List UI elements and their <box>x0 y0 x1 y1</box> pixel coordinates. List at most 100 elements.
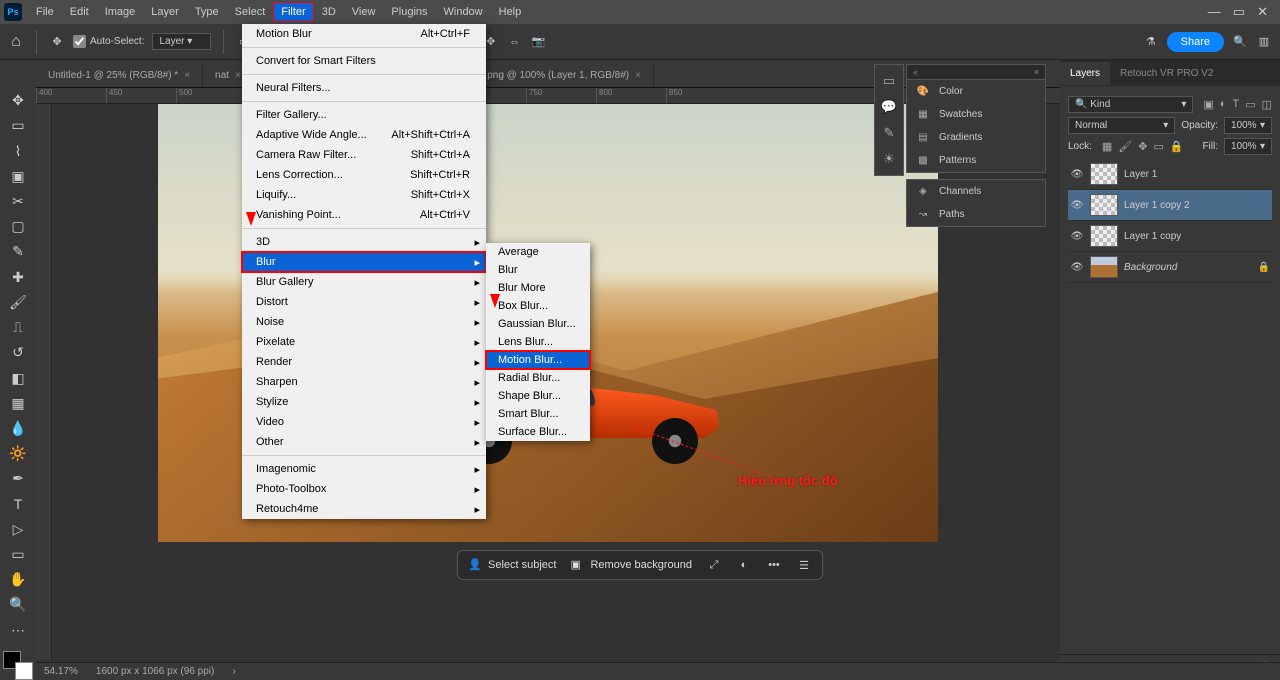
dodge-tool[interactable]: 🔆 <box>4 441 32 466</box>
menu-item-liquify-[interactable]: Liquify...Shift+Ctrl+X <box>242 185 486 205</box>
gradients-panel-button[interactable]: ▤Gradients <box>907 126 1045 149</box>
swatches-panel-button[interactable]: ▦Swatches <box>907 103 1045 126</box>
menu-item-lens-correction-[interactable]: Lens Correction...Shift+Ctrl+R <box>242 165 486 185</box>
shape-tool[interactable]: ▭ <box>4 542 32 567</box>
menu-item-sharpen[interactable]: Sharpen▸ <box>242 372 486 392</box>
home-icon[interactable]: ⌂ <box>8 34 24 50</box>
menu-window[interactable]: Window <box>436 2 491 22</box>
menu-select[interactable]: Select <box>227 2 274 22</box>
beaker-icon[interactable]: ⚗ <box>1143 34 1159 50</box>
submenu-item-smart-blur-[interactable]: Smart Blur... <box>486 405 590 423</box>
type-tool[interactable]: T <box>4 492 32 517</box>
menu-item-retouch4me[interactable]: Retouch4me▸ <box>242 499 486 519</box>
menu-help[interactable]: Help <box>491 2 530 22</box>
3d-slide-icon[interactable]: ⇔ <box>507 34 523 50</box>
submenu-item-radial-blur-[interactable]: Radial Blur... <box>486 369 590 387</box>
eraser-tool[interactable]: ◧ <box>4 365 32 390</box>
menu-plugins[interactable]: Plugins <box>383 2 435 22</box>
menu-item-camera-raw-filter-[interactable]: Camera Raw Filter...Shift+Ctrl+A <box>242 145 486 165</box>
submenu-item-shape-blur-[interactable]: Shape Blur... <box>486 387 590 405</box>
patterns-panel-button[interactable]: ▩Patterns <box>907 149 1045 172</box>
opacity-input[interactable]: 100%▾ <box>1224 117 1272 134</box>
layer-row[interactable]: 👁Layer 1 <box>1068 159 1272 190</box>
share-button[interactable]: Share <box>1167 32 1224 52</box>
remove-background-button[interactable]: ▣Remove background <box>570 558 692 572</box>
crop-tool[interactable]: ✂ <box>4 189 32 214</box>
select-subject-button[interactable]: 👤Select subject <box>468 558 556 572</box>
menu-item-blur[interactable]: Blur▸ <box>242 252 486 272</box>
history-icon[interactable]: ▭ <box>883 73 895 89</box>
lock-artboard-icon[interactable]: ▭ <box>1154 140 1164 153</box>
menu-layer[interactable]: Layer <box>143 2 187 22</box>
submenu-item-box-blur-[interactable]: Box Blur... <box>486 297 590 315</box>
zoom-level[interactable]: 54.17% <box>44 666 78 677</box>
submenu-item-blur[interactable]: Blur <box>486 261 590 279</box>
menu-view[interactable]: View <box>344 2 384 22</box>
document-tab[interactable]: Untitled-1 @ 25% (RGB/8#) *× <box>36 64 203 87</box>
menu-item-filter-gallery-[interactable]: Filter Gallery... <box>242 105 486 125</box>
blur-tool[interactable]: 💧 <box>4 416 32 441</box>
filter-shape-icon[interactable]: ▭ <box>1245 98 1255 111</box>
close-tab-icon[interactable]: × <box>235 70 241 81</box>
filter-type-icon[interactable]: T <box>1232 98 1239 111</box>
menu-item-distort[interactable]: Distort▸ <box>242 292 486 312</box>
workspace-icon[interactable]: ▥ <box>1256 34 1272 50</box>
menu-item-pixelate[interactable]: Pixelate▸ <box>242 332 486 352</box>
pen-tool[interactable]: ✒ <box>4 466 32 491</box>
adjustments-icon[interactable]: ☀ <box>883 151 895 167</box>
auto-select-toggle[interactable]: Auto-Select: <box>73 35 144 48</box>
visibility-toggle[interactable]: 👁 <box>1070 169 1084 180</box>
filter-smart-icon[interactable]: ◫ <box>1262 98 1272 111</box>
brush-settings-icon[interactable]: ✎ <box>884 125 895 141</box>
adjust-icon[interactable]: ◐ <box>736 557 752 573</box>
brush-tool[interactable]: 🖌 <box>4 290 32 315</box>
menu-3d[interactable]: 3D <box>314 2 344 22</box>
submenu-item-surface-blur-[interactable]: Surface Blur... <box>486 423 590 441</box>
close-tab-icon[interactable]: × <box>635 70 641 81</box>
filter-adjust-icon[interactable]: ◐ <box>1220 98 1227 111</box>
object-select-tool[interactable]: ▣ <box>4 164 32 189</box>
minimize-button[interactable]: — <box>1208 4 1221 20</box>
close-button[interactable]: ✕ <box>1257 4 1268 20</box>
submenu-item-gaussian-blur-[interactable]: Gaussian Blur... <box>486 315 590 333</box>
submenu-item-lens-blur-[interactable]: Lens Blur... <box>486 333 590 351</box>
more-options-icon[interactable]: ••• <box>766 557 782 573</box>
menu-edit[interactable]: Edit <box>62 2 97 22</box>
lock-paint-icon[interactable]: 🖌 <box>1118 140 1132 153</box>
comments-icon[interactable]: 💬 <box>881 99 897 115</box>
fill-input[interactable]: 100%▾ <box>1224 138 1272 155</box>
properties-icon[interactable]: ☰ <box>796 557 812 573</box>
lock-all-icon[interactable]: 🔒 <box>1170 140 1184 153</box>
lock-pos-icon[interactable]: ✥ <box>1138 140 1147 153</box>
tab-layers[interactable]: Layers <box>1060 62 1110 85</box>
color-swatches[interactable] <box>3 651 33 680</box>
search-icon[interactable]: 🔍 <box>1232 34 1248 50</box>
submenu-item-motion-blur-[interactable]: Motion Blur... <box>486 351 590 369</box>
edit-toolbar[interactable]: ⋯ <box>4 618 32 643</box>
lasso-tool[interactable]: ⌇ <box>4 138 32 163</box>
paths-panel-button[interactable]: ↝Paths <box>907 203 1045 226</box>
submenu-item-average[interactable]: Average <box>486 243 590 261</box>
submenu-item-blur-more[interactable]: Blur More <box>486 279 590 297</box>
auto-select-target[interactable]: Layer ▾ <box>152 33 211 50</box>
menu-filter[interactable]: Filter <box>273 2 313 22</box>
menu-item-neural-filters-[interactable]: Neural Filters... <box>242 78 486 98</box>
menu-item-convert-for-smart-filters[interactable]: Convert for Smart Filters <box>242 51 486 71</box>
lock-trans-icon[interactable]: ▦ <box>1102 140 1112 153</box>
menu-type[interactable]: Type <box>187 2 227 22</box>
3d-camera-icon[interactable]: 📷 <box>531 34 547 50</box>
channels-panelse-buttonel-button[interactable]: ◈Channels <box>907 180 1045 203</box>
layer-row[interactable]: 👁Background🔒 <box>1068 252 1272 283</box>
layer-row[interactable]: 👁Layer 1 copy 2 <box>1068 190 1272 221</box>
menu-item-vanishing-point-[interactable]: Vanishing Point...Alt+Ctrl+V <box>242 205 486 225</box>
tab-retouch[interactable]: Retouch VR PRO V2 <box>1110 62 1223 85</box>
gradient-tool[interactable]: ▦ <box>4 391 32 416</box>
eyedropper-tool[interactable]: ✎ <box>4 239 32 264</box>
marquee-tool[interactable]: ▭ <box>4 113 32 138</box>
menu-item-3d[interactable]: 3D▸ <box>242 232 486 252</box>
maximize-button[interactable]: ▭ <box>1233 4 1245 20</box>
frame-tool[interactable]: ▢ <box>4 214 32 239</box>
panel-close-icon[interactable]: × <box>1034 67 1039 77</box>
visibility-toggle[interactable]: 👁 <box>1070 231 1084 242</box>
menu-item-stylize[interactable]: Stylize▸ <box>242 392 486 412</box>
